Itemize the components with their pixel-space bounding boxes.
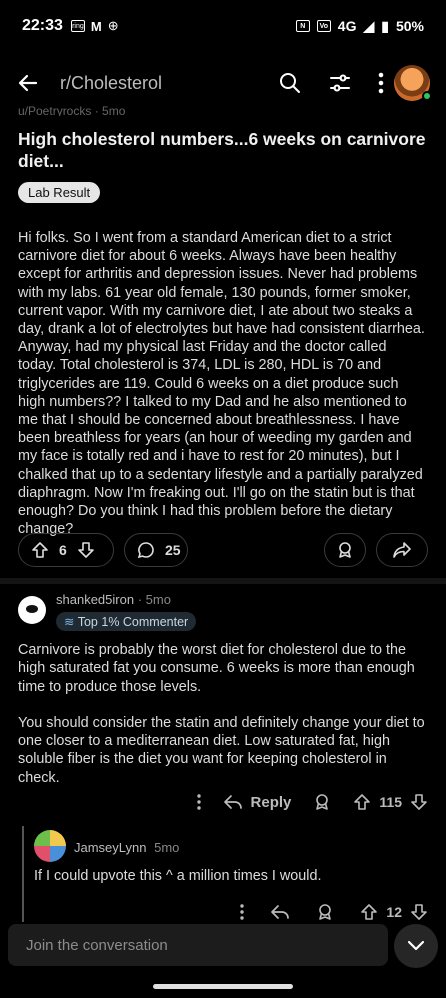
battery-label: 50% — [395, 18, 424, 34]
comment-username[interactable]: JamseyLynn — [74, 840, 147, 855]
comment-count: 25 — [165, 542, 181, 558]
comment-vote-count: 12 — [386, 904, 402, 920]
commenter-badge: ≋ Top 1% Commenter — [56, 612, 197, 631]
status-time: 22:33 — [22, 17, 63, 34]
reply-icon[interactable] — [270, 904, 290, 920]
award-icon — [336, 541, 354, 559]
more-options-icon[interactable] — [240, 904, 245, 920]
post-flair[interactable]: Lab Result — [18, 182, 101, 203]
commenter-avatar[interactable] — [34, 830, 66, 862]
comment-body: Carnivore is probably the worst diet for… — [18, 641, 430, 787]
upvote-icon[interactable] — [31, 541, 49, 559]
badge-label: Top 1% Commenter — [77, 615, 189, 629]
post-title: High cholesterol numbers...6 weeks on ca… — [18, 129, 426, 171]
ring-icon: ring — [70, 20, 85, 32]
reply-comment: JamseyLynn 5mo If I could upvote this ^ … — [34, 830, 430, 884]
back-arrow-icon[interactable] — [16, 71, 46, 95]
more-options-icon[interactable] — [196, 794, 201, 810]
reply-button[interactable]: Reply — [223, 793, 292, 811]
nfc-icon: N — [295, 20, 310, 32]
post-actions: 6 25 — [18, 532, 428, 568]
battery-icon: ▮ — [381, 17, 389, 34]
post-body: Hi folks. So I went from a standard Amer… — [18, 230, 425, 538]
post: High cholesterol numbers...6 weeks on ca… — [18, 128, 428, 538]
network-label: 4G — [337, 18, 357, 34]
award-icon[interactable] — [316, 903, 334, 921]
signal-icon: ◢ — [363, 17, 375, 34]
subreddit-name[interactable]: r/Cholesterol — [60, 73, 162, 94]
search-icon[interactable] — [278, 71, 302, 95]
composer-placeholder: Join the conversation — [26, 936, 168, 954]
section-divider — [0, 578, 446, 584]
downvote-icon[interactable] — [77, 541, 95, 559]
reply-comment-actions: 12 — [0, 900, 446, 924]
post-vote-count: 6 — [59, 542, 67, 558]
upvote-icon[interactable] — [360, 903, 378, 921]
award-icon[interactable] — [313, 793, 331, 811]
comment-composer[interactable]: Join the conversation — [8, 924, 388, 966]
comment-time: 5mo — [145, 592, 171, 607]
share-button[interactable] — [376, 533, 428, 567]
downvote-icon[interactable] — [410, 793, 428, 811]
post-meta-faded: u/Poetryrocks · 5mo — [18, 104, 126, 116]
upvote-icon[interactable] — [353, 793, 371, 811]
comment-username[interactable]: shanked5iron — [56, 592, 134, 607]
reply-icon — [223, 794, 243, 810]
volte-icon: Vo — [316, 20, 331, 32]
comment-paragraph: You should consider the statin and defin… — [18, 714, 425, 786]
status-bar: 22:33 ring M ⊕ N Vo 4G ◢ ▮ 50% — [0, 0, 446, 52]
data-saver-icon: ⊕ — [107, 18, 119, 33]
home-indicator[interactable] — [153, 984, 293, 989]
commenter-avatar[interactable] — [18, 596, 46, 624]
comment-paragraph: Carnivore is probably the worst diet for… — [18, 642, 415, 695]
badge-icon: ≋ — [64, 615, 75, 629]
gmail-icon: M — [90, 18, 102, 34]
online-status-dot — [422, 91, 432, 101]
next-comment-button[interactable] — [394, 924, 438, 968]
comment-time: 5mo — [154, 840, 180, 855]
comment-bubble-icon — [137, 541, 155, 559]
reply-label: Reply — [250, 793, 292, 811]
app-header: r/Cholesterol — [0, 58, 446, 108]
award-button[interactable] — [324, 533, 366, 567]
more-options-icon[interactable] — [378, 72, 384, 94]
comment-vote-count: 115 — [379, 794, 402, 810]
user-avatar[interactable] — [394, 65, 432, 101]
comments-button[interactable]: 25 — [124, 533, 188, 567]
post-vote-control: 6 — [18, 533, 114, 567]
sort-filter-icon[interactable] — [328, 71, 352, 95]
downvote-icon[interactable] — [410, 903, 428, 921]
chevron-down-icon — [407, 940, 425, 952]
share-icon — [392, 541, 412, 559]
comment: shanked5iron · 5mo ≋ Top 1% Commenter Ca… — [18, 592, 430, 787]
comment-actions: Reply 115 — [0, 790, 446, 814]
comment-body: If I could upvote this ^ a million times… — [34, 868, 322, 884]
